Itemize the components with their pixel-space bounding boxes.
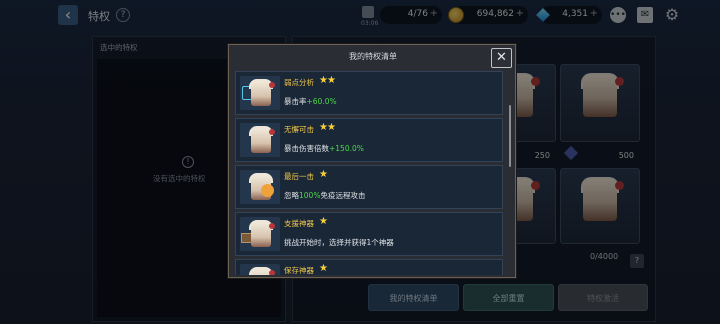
list-scrollbar[interactable] [509,105,511,167]
perk-name: 保存神器 [284,266,314,275]
perk-thumbnail [240,123,280,157]
modal-title: 我的特权清单 [349,52,397,61]
list-item[interactable]: 弱点分析 ★★ 暴击率+60.0% [235,71,503,115]
star-icon: ★★ [319,75,336,86]
perk-thumbnail [240,76,280,110]
perk-thumbnail [240,264,280,275]
list-item[interactable]: 保存神器 ★ [235,259,503,275]
star-icon: ★ [319,216,328,227]
perk-list[interactable]: 弱点分析 ★★ 暴击率+60.0% 无懈可击 ★★ 暴击伤害倍数+150.0% … [235,71,511,275]
star-icon: ★ [319,263,328,274]
perk-name: 最后一击 [284,172,314,181]
perk-description: 暴击伤害倍数+150.0% [284,144,364,153]
perk-description: 暴击率+60.0% [284,97,337,106]
perk-name: 弱点分析 [284,78,314,87]
close-button[interactable]: ✕ [491,48,512,68]
list-item[interactable]: 无懈可击 ★★ 暴击伤害倍数+150.0% [235,118,503,162]
star-icon: ★ [319,169,328,180]
perk-name: 支援神器 [284,219,314,228]
perk-description: 挑战开始时，选择并获得1个神器 [284,238,394,247]
perk-thumbnail [240,217,280,251]
perk-name: 无懈可击 [284,125,314,134]
perk-thumbnail [240,170,280,204]
star-icon: ★★ [319,122,336,133]
list-item[interactable]: 最后一击 ★ 忽略100%免疫远程攻击 [235,165,503,209]
list-item[interactable]: 支援神器 ★ 挑战开始时，选择并获得1个神器 [235,212,503,256]
my-perks-modal: 我的特权清单 ✕ 弱点分析 ★★ 暴击率+60.0% 无懈可击 ★★ 暴击伤害倍… [228,44,516,278]
perk-description: 忽略100%免疫远程攻击 [284,191,366,200]
